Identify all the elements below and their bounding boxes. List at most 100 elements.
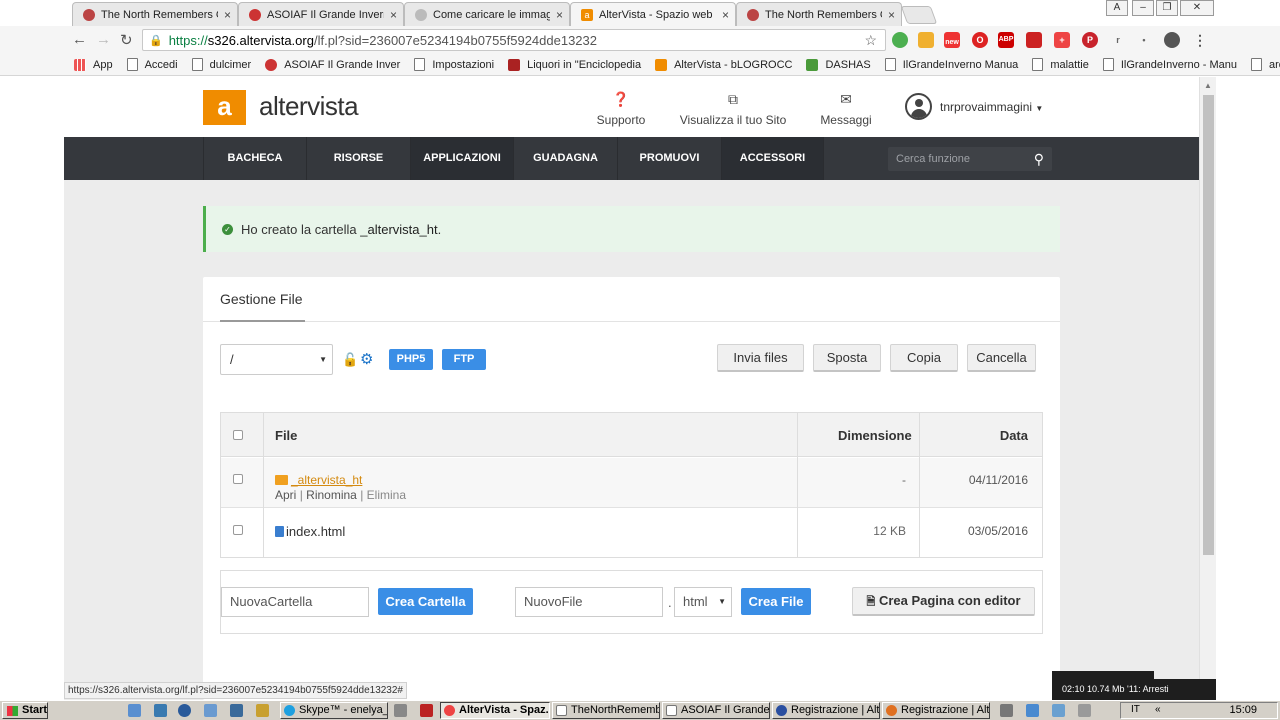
taskbar-item[interactable]: Registrazione | Alte...	[772, 702, 880, 719]
bookmark-item[interactable]: AlterVista - bLOGROCC	[655, 58, 792, 71]
taskbar-item[interactable]: ASOIAF Il Grande I...	[662, 702, 770, 719]
quicklaunch-icon[interactable]	[178, 704, 191, 717]
messages-link[interactable]: ✉ Messaggi	[818, 91, 874, 127]
extension-icon[interactable]	[918, 32, 934, 48]
browser-tab[interactable]: The North Remembers GDF ×	[736, 2, 902, 26]
minimize-icon[interactable]: –	[1132, 0, 1154, 16]
language-indicator[interactable]: IT	[1131, 704, 1140, 715]
nav-applicazioni[interactable]: APPLICAZIONI	[410, 137, 513, 180]
row-checkbox[interactable]	[233, 525, 243, 535]
tray-app-icon[interactable]	[1078, 704, 1091, 717]
quicklaunch-icon[interactable]	[204, 704, 217, 717]
bookmark-item[interactable]: Accedi	[126, 58, 178, 71]
create-page-editor-button[interactable]: 🗎 Crea Pagina con editor	[852, 587, 1035, 616]
filezilla-icon[interactable]	[420, 704, 433, 717]
tab-close-icon[interactable]: ×	[224, 8, 231, 22]
nav-bacheca[interactable]: BACHECA	[203, 137, 306, 180]
extension-select[interactable]: html ▼	[674, 587, 732, 617]
extension-icon[interactable]	[1026, 32, 1042, 48]
new-tab-button[interactable]	[900, 6, 938, 24]
site-logo-text[interactable]: altervista	[259, 91, 359, 122]
altervista-logo-icon[interactable]: a	[203, 90, 246, 125]
taskbar-item[interactable]: TheNorthRememb...	[552, 702, 660, 719]
view-site-link[interactable]: ⧉ Visualizza il tuo Sito	[678, 91, 788, 127]
quicklaunch-icon[interactable]	[154, 704, 167, 717]
opera-extension-icon[interactable]: O	[972, 32, 988, 48]
nav-guadagna[interactable]: GUADAGNA	[513, 137, 617, 180]
tab-close-icon[interactable]: ×	[556, 8, 563, 22]
php5-badge[interactable]: PHP5	[389, 349, 433, 370]
folder-link[interactable]: _altervista_ht	[275, 473, 362, 487]
open-link[interactable]: Apri	[275, 488, 296, 502]
bookmark-item[interactable]: dulcimer	[191, 58, 251, 71]
extension-new-icon[interactable]: new	[944, 32, 960, 48]
search-icon[interactable]: ⚲	[1034, 147, 1044, 171]
bookmark-item[interactable]: IlGrandeInverno Manua	[884, 58, 1018, 71]
select-all-checkbox[interactable]	[233, 430, 243, 440]
column-size[interactable]: Dimensione	[838, 428, 912, 443]
support-link[interactable]: ❓ Supporto	[594, 91, 648, 127]
taskbar-item-skype[interactable]: Skype™ - enelya_iaf	[280, 702, 388, 719]
tray-arrow-icon[interactable]: «	[1155, 704, 1161, 715]
user-menu[interactable]: tnrprovaimmagini ▼	[940, 100, 1043, 114]
extension-icon[interactable]	[1164, 32, 1180, 48]
page-scrollbar[interactable]: ▲	[1199, 77, 1216, 700]
close-window-icon[interactable]: ✕	[1180, 0, 1214, 16]
move-button[interactable]: Sposta	[813, 344, 881, 372]
bookmark-item[interactable]: Liquori in "Enciclopedia	[508, 58, 641, 71]
chrome-extension-icon[interactable]	[892, 32, 908, 48]
create-folder-button[interactable]: Crea Cartella	[378, 588, 473, 615]
nav-promuovi[interactable]: PROMUOVI	[617, 137, 721, 180]
tab-close-icon[interactable]: ×	[888, 8, 895, 22]
quicklaunch-icon[interactable]	[230, 704, 243, 717]
extension-r-icon[interactable]: r	[1110, 32, 1126, 48]
delete-link[interactable]: Elimina	[367, 488, 406, 502]
start-button[interactable]: Start	[2, 702, 48, 719]
tab-close-icon[interactable]: ×	[722, 8, 729, 22]
profile-button[interactable]: A	[1106, 0, 1128, 16]
bookmark-apps[interactable]: App	[74, 58, 113, 71]
nav-accessori[interactable]: ACCESSORI	[721, 137, 824, 180]
browser-tab[interactable]: Come caricare le immagini ×	[404, 2, 570, 26]
forward-arrow-icon[interactable]: →	[96, 31, 111, 48]
bookmark-item[interactable]: aromatica	[1251, 58, 1280, 71]
scrollbar-thumb[interactable]	[1203, 95, 1214, 555]
bookmark-item[interactable]: ASOIAF Il Grande Inver	[265, 58, 400, 71]
browser-tab-active[interactable]: a AlterVista - Spazio web gra ×	[570, 2, 736, 26]
quicklaunch-icon[interactable]	[394, 704, 407, 717]
nav-risorse[interactable]: RISORSE	[306, 137, 410, 180]
quicklaunch-icon[interactable]	[128, 704, 141, 717]
file-link[interactable]: index.html	[275, 524, 345, 539]
back-arrow-icon[interactable]: ←	[72, 31, 87, 48]
browser-tab[interactable]: The North Remembers GDF ×	[72, 2, 238, 26]
quicklaunch-icon[interactable]	[256, 704, 269, 717]
bookmark-item[interactable]: Impostazioni	[414, 58, 494, 71]
directory-select[interactable]: / ▼	[220, 344, 333, 375]
tab-close-icon[interactable]: ×	[390, 8, 397, 22]
scroll-up-icon[interactable]: ▲	[1204, 81, 1212, 90]
tray-app-icon[interactable]	[1026, 704, 1039, 717]
extension-dots-icon[interactable]: •	[1136, 32, 1152, 48]
tray-app-icon[interactable]	[1000, 704, 1013, 717]
copy-button[interactable]: Copia	[890, 344, 958, 372]
row-checkbox[interactable]	[233, 474, 243, 484]
rename-link[interactable]: Rinomina	[306, 488, 357, 502]
browser-tab[interactable]: ASOIAF Il Grande Inverno ×	[238, 2, 404, 26]
bookmark-star-icon[interactable]: ☆	[864, 32, 877, 49]
tray-app-icon[interactable]	[1052, 704, 1065, 717]
gear-icon[interactable]: ⚙	[360, 350, 373, 368]
reload-icon[interactable]: ↻	[120, 31, 133, 49]
new-folder-input[interactable]: NuovaCartella	[221, 587, 369, 617]
address-bar[interactable]: 🔒 https://s326.altervista.org/lf.pl?sid=…	[142, 29, 886, 51]
column-file[interactable]: File	[275, 428, 297, 443]
new-file-input[interactable]: NuovoFile	[515, 587, 663, 617]
restore-icon[interactable]: ❐	[1156, 0, 1178, 16]
unlock-icon[interactable]: 🔓	[342, 352, 358, 368]
bookmark-item[interactable]: DASHAS	[806, 58, 871, 71]
clock[interactable]: 15:09	[1229, 704, 1257, 716]
browser-menu-icon[interactable]: ⋮	[1192, 32, 1208, 48]
create-file-button[interactable]: Crea File	[741, 588, 811, 615]
taskbar-item-altervista[interactable]: AlterVista - Spaz...	[440, 702, 550, 719]
taskbar-item[interactable]: Registrazione | Alte...	[882, 702, 990, 719]
bookmark-item[interactable]: malattie	[1032, 58, 1089, 71]
